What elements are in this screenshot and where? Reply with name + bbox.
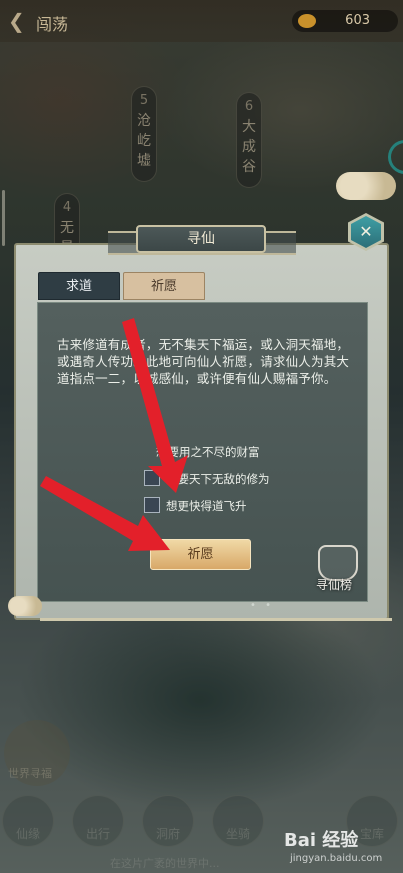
gold-value: 603 xyxy=(345,13,370,28)
tab-qiudao[interactable]: 求道 xyxy=(38,272,120,300)
cloud-decoration-top xyxy=(336,172,396,200)
tab-qiyuan[interactable]: 祈愿 xyxy=(123,272,205,300)
option-wealth-label: 想要用之不尽的财富 xyxy=(156,445,260,459)
option-ascension[interactable]: 想更快得道飞升 xyxy=(144,497,294,515)
option-cultivation[interactable]: 想要天下无敌的修为 xyxy=(144,470,294,488)
back-arrow-icon[interactable]: ❮ xyxy=(8,10,28,32)
dialog-title: 寻仙 xyxy=(136,225,266,253)
option-cultivation-checkbox[interactable] xyxy=(144,470,160,486)
top-bar: ❮ 闯荡 603 xyxy=(0,0,403,42)
dialog-description: 古来修道有成者，无不集天下福运，或入洞天福地，或遇奇人传功。此地可向仙人祈愿，请… xyxy=(57,337,350,386)
gold-counter: 603 xyxy=(292,10,398,32)
close-icon: ✕ xyxy=(351,216,381,248)
watermark-logo: Bai 经验 xyxy=(284,830,359,851)
cloud-decoration-bottom xyxy=(8,596,42,616)
dialog-bottom-rail xyxy=(40,618,392,621)
option-cultivation-label: 想要天下无敌的修为 xyxy=(166,472,270,486)
gold-ingot-icon xyxy=(298,14,316,28)
watermark-url: jingyan.baidu.com xyxy=(290,853,383,864)
option-wealth[interactable]: 想要用之不尽的财富 xyxy=(144,443,294,461)
option-ascension-checkbox[interactable] xyxy=(144,497,160,513)
option-ascension-label: 想更快得道飞升 xyxy=(166,499,247,513)
page-title: 闯荡 xyxy=(36,15,69,34)
xunxian-rank-label[interactable]: 寻仙榜 xyxy=(316,576,352,593)
pray-button[interactable]: 祈愿 xyxy=(150,539,251,570)
scroll-dots: • • xyxy=(250,600,274,611)
